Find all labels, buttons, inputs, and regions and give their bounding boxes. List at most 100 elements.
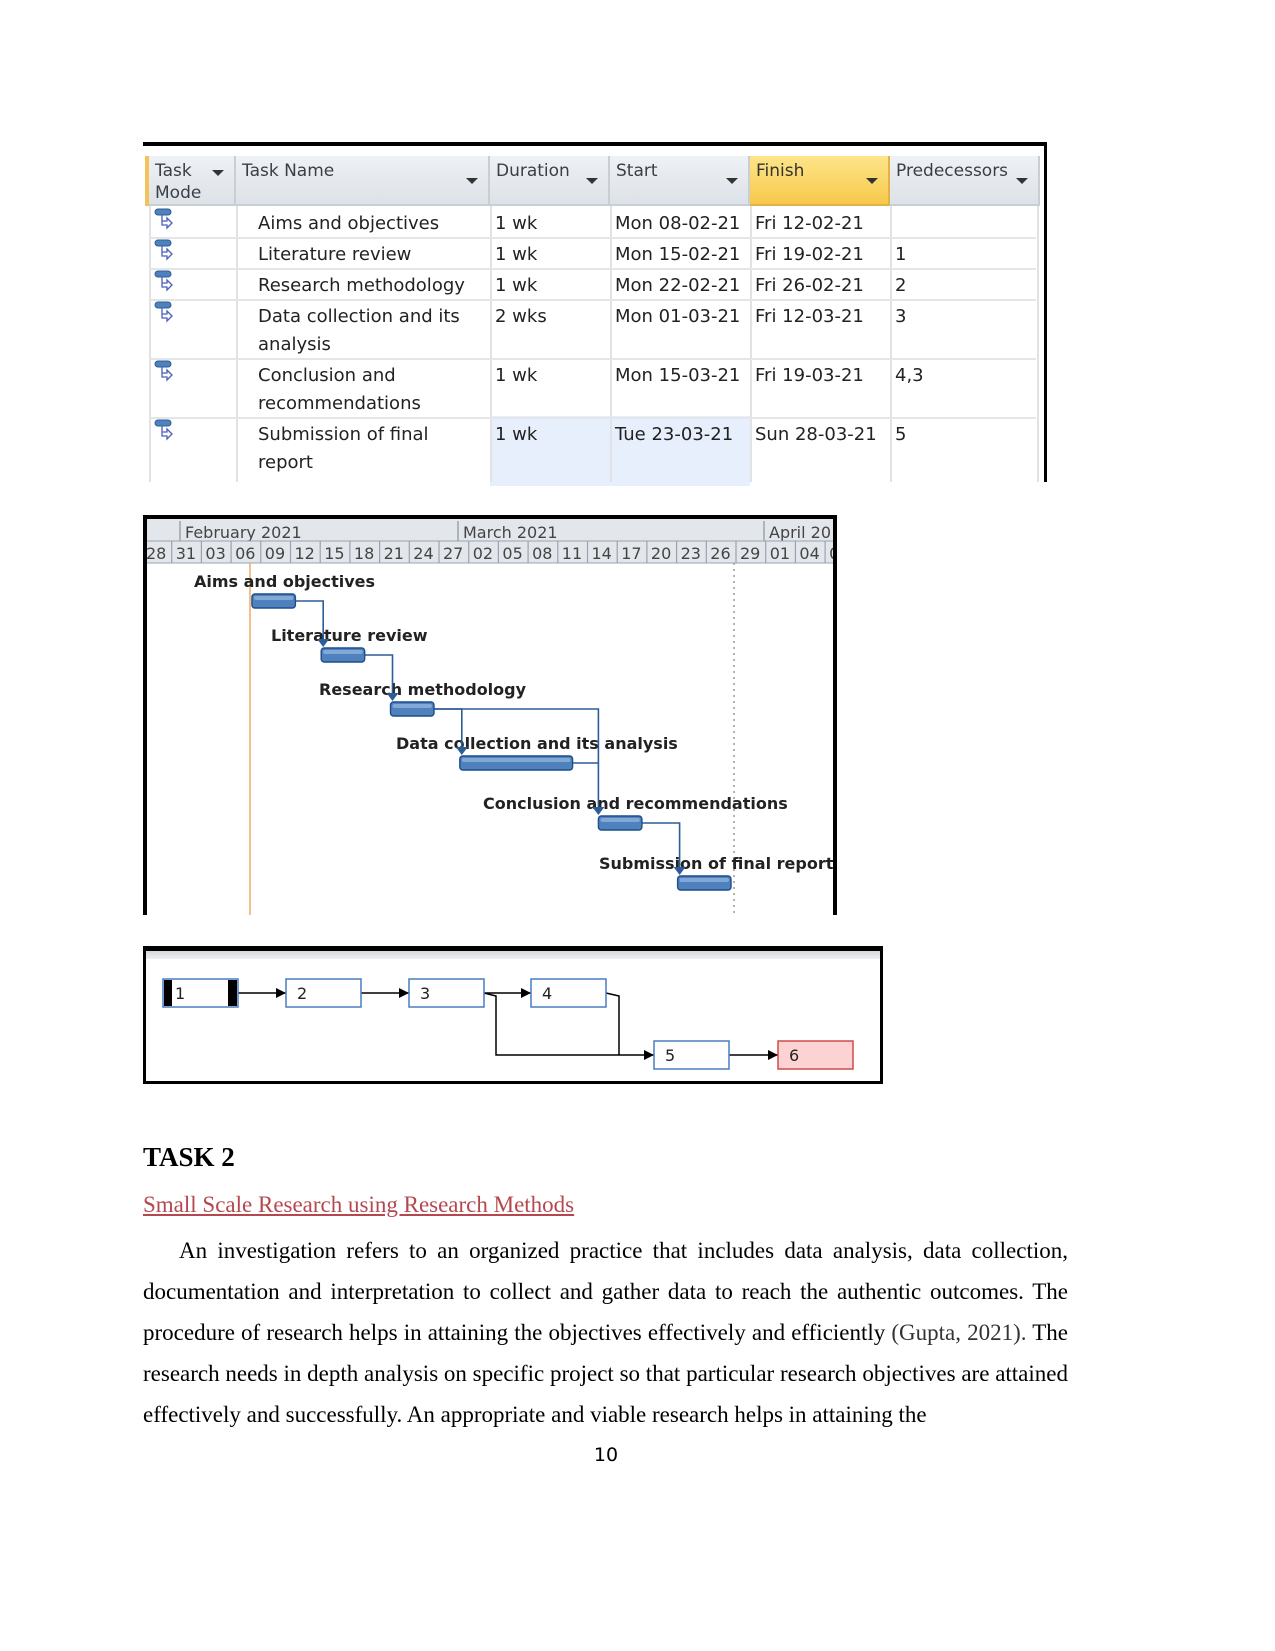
finish-cell[interactable]: Fri 19-03-21 [755, 362, 864, 390]
predecessors-cell[interactable]: 1 [895, 241, 906, 269]
task-name-cell[interactable]: Data collection and its analysis [258, 303, 460, 359]
gantt-canvas: February 2021 March 2021 April 20 28 31 03 06 0… [147, 519, 833, 915]
duration-cell[interactable]: 1 wk [495, 272, 537, 300]
column-header-finish[interactable]: Finish [750, 156, 890, 206]
column-header-start[interactable]: Start [610, 156, 750, 206]
network-node-label[interactable]: 1 [175, 984, 185, 1003]
task-bar-highlight [323, 650, 363, 654]
network-node-label[interactable]: 3 [420, 984, 430, 1003]
auto-scheduled-task-icon [154, 270, 173, 292]
network-node-label[interactable]: 4 [542, 984, 552, 1003]
task-bar-label: Data collection and its analysis [396, 734, 678, 753]
task-name-cell[interactable]: Literature review [258, 241, 411, 269]
column-header-task-mode[interactable]: Task Mode [149, 156, 236, 206]
day-tick-label: 04 [799, 544, 819, 563]
page-number: 10 [593, 1444, 619, 1466]
citation: (Gupta, 2021). [891, 1320, 1027, 1345]
network-diagram-screenshot: 1 2 3 4 5 6 [143, 946, 883, 1084]
duration-cell[interactable]: 1 wk [495, 210, 537, 238]
task-name-line: analysis [258, 334, 331, 355]
table-row[interactable]: Conclusion and recommendations 1 wk Mon 15-… [149, 358, 1036, 419]
table-row[interactable]: Literature review 1 wk Mon 15-02-21 Fri 19-… [149, 237, 1036, 270]
day-tick-label: 18 [354, 544, 374, 563]
start-cell[interactable]: Mon 08-02-21 [615, 210, 740, 238]
table-row[interactable]: Research methodology 1 wk Mon 22-02-21 Fri … [149, 268, 1036, 301]
month-label: February 2021 [185, 523, 302, 542]
column-header-task-mode-line2: Mode [155, 183, 202, 203]
column-header-label: Duration [496, 161, 570, 181]
duration-cell[interactable]: 1 wk [495, 421, 537, 449]
network-node-label[interactable]: 2 [297, 984, 307, 1003]
duration-cell[interactable]: 1 wk [495, 362, 537, 390]
start-cell[interactable]: Mon 01-03-21 [615, 303, 740, 331]
grid-line [1037, 206, 1039, 482]
selected-node-marker[interactable] [228, 980, 237, 1006]
day-tick-label: 09 [265, 544, 285, 563]
task-name-line: Literature review [258, 244, 412, 265]
predecessors-cell[interactable]: 4,3 [895, 362, 924, 390]
finish-cell[interactable]: Fri 12-03-21 [755, 303, 864, 331]
task-name-line: recommendations [258, 393, 421, 414]
gantt-chart-screenshot: February 2021 March 2021 April 20 28 31 03 06 0… [143, 515, 837, 915]
task-name-cell[interactable]: Research methodology [258, 272, 465, 300]
day-tick-label: 05 [502, 544, 522, 563]
column-header-duration[interactable]: Duration [490, 156, 610, 206]
dropdown-caret-icon[interactable] [1016, 178, 1028, 184]
predecessors-cell[interactable]: 2 [895, 272, 906, 300]
dropdown-caret-icon[interactable] [586, 178, 598, 184]
start-cell[interactable]: Mon 22-02-21 [615, 272, 740, 300]
dropdown-caret-icon[interactable] [212, 170, 224, 176]
section-subheading-link[interactable]: Small Scale Research using Research Meth… [143, 1192, 574, 1218]
month-label: April 20 [769, 523, 831, 542]
day-tick-label: 01 [770, 544, 790, 563]
column-header-label: Start [616, 161, 658, 181]
task-table-screenshot: Task Mode Task Name Duration Start Finis… [143, 142, 1047, 486]
day-tick-label: 15 [324, 544, 344, 563]
network-canvas: 1 2 3 4 5 6 [162, 978, 854, 1070]
column-header-label: Finish [756, 161, 805, 181]
task-bar-label: Research methodology [319, 680, 527, 699]
task-name-line: Conclusion and [258, 365, 396, 386]
network-node-label[interactable]: 6 [789, 1046, 799, 1065]
table-row[interactable]: Data collection and its analysis 2 wks Mon … [149, 299, 1036, 360]
dropdown-caret-icon[interactable] [466, 178, 478, 184]
connector-arrowhead [521, 988, 531, 998]
column-header-predecessors[interactable]: Predecessors [890, 156, 1040, 206]
column-header-label: Predecessors [896, 161, 1009, 181]
task-name-line: report [258, 452, 313, 473]
predecessors-cell[interactable]: 5 [895, 421, 906, 449]
predecessors-cell[interactable]: 3 [895, 303, 906, 331]
start-cell[interactable]: Mon 15-02-21 [615, 241, 740, 269]
duration-cell[interactable]: 2 wks [495, 303, 547, 331]
table-row[interactable]: Submission of final report 1 wk Tue 23-03-2… [149, 417, 1036, 486]
day-tick-label: 29 [740, 544, 760, 563]
dropdown-caret-icon[interactable] [866, 178, 878, 184]
start-cell[interactable]: Tue 23-03-21 [615, 421, 733, 449]
task-name-cell[interactable]: Conclusion and recommendations [258, 362, 421, 418]
task-bar-label: Conclusion and recommendations [483, 794, 788, 813]
finish-cell[interactable]: Fri 12-02-21 [755, 210, 864, 238]
day-tick-label: 20 [651, 544, 671, 563]
task-bar-label: Literature review [271, 626, 428, 645]
auto-scheduled-task-icon [154, 239, 173, 261]
finish-cell[interactable]: Fri 19-02-21 [755, 241, 864, 269]
day-tick-label: 11 [562, 544, 582, 563]
day-tick-label: 27 [443, 544, 463, 563]
start-cell[interactable]: Mon 15-03-21 [615, 362, 740, 390]
network-node-label[interactable]: 5 [665, 1046, 675, 1065]
selected-node-marker[interactable] [164, 980, 172, 1006]
task-name-cell[interactable]: Aims and objectives [258, 210, 439, 238]
day-tick-label: 02 [473, 544, 493, 563]
day-tick-label: 08 [532, 544, 552, 563]
finish-cell[interactable]: Fri 26-02-21 [755, 272, 864, 300]
task-bar-label: Aims and objectives [194, 572, 375, 591]
connector-arrowhead [644, 1050, 654, 1060]
connector-arrowhead [768, 1050, 778, 1060]
task-name-cell[interactable]: Submission of final report [258, 421, 429, 477]
column-header-task-name[interactable]: Task Name [236, 156, 490, 206]
duration-cell[interactable]: 1 wk [495, 241, 537, 269]
dropdown-caret-icon[interactable] [726, 178, 738, 184]
finish-cell[interactable]: Sun 28-03-21 [755, 421, 877, 449]
table-row[interactable]: Aims and objectives 1 wk Mon 08-02-21 Fri 1… [149, 206, 1036, 239]
auto-scheduled-task-icon [154, 419, 173, 441]
